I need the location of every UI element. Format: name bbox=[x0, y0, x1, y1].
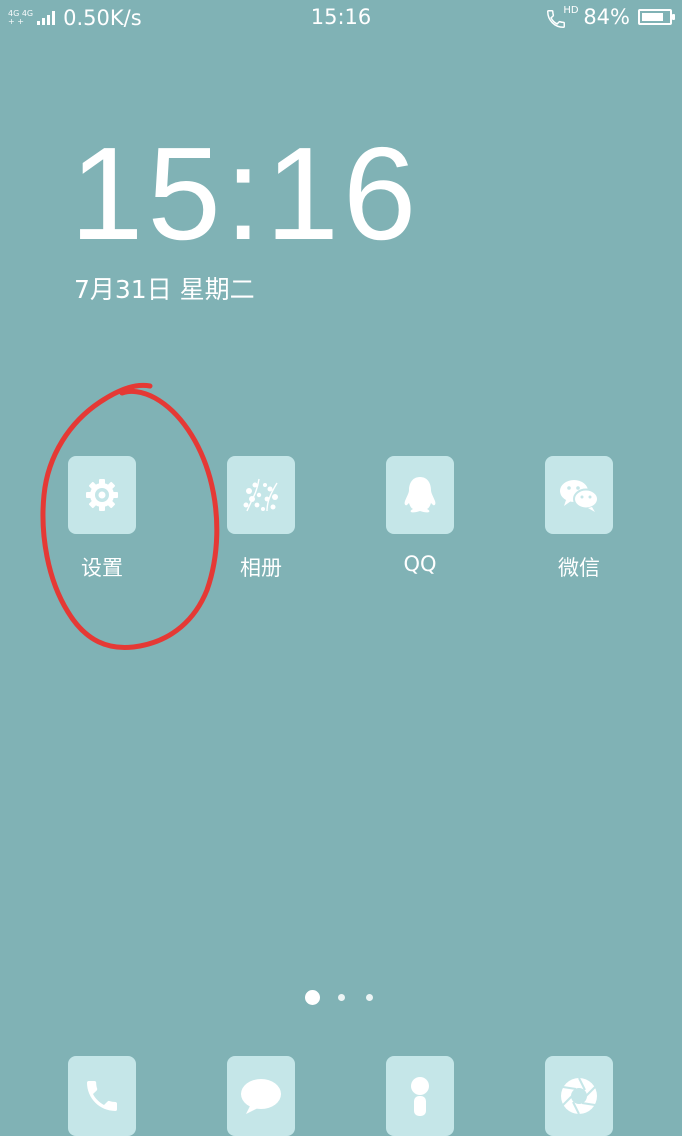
app-label-qq: QQ bbox=[403, 552, 437, 576]
battery-percent: 84% bbox=[583, 5, 630, 29]
contacts-icon[interactable] bbox=[386, 1056, 454, 1136]
status-bar: 4G 4G + + 0.50K/s 15:16 HD 84% bbox=[0, 0, 682, 36]
app-wechat[interactable]: 微信 bbox=[529, 456, 629, 582]
app-label-photos: 相册 bbox=[240, 556, 282, 580]
page-dot-active[interactable] bbox=[305, 990, 320, 1005]
camera-shutter-icon[interactable] bbox=[545, 1056, 613, 1136]
qq-penguin-icon[interactable] bbox=[386, 456, 454, 534]
photo-album-icon[interactable] bbox=[227, 456, 295, 534]
page-dot[interactable] bbox=[338, 994, 345, 1001]
clock-widget-date: 7月31日 星期二 bbox=[74, 275, 255, 304]
page-dot[interactable] bbox=[366, 994, 373, 1001]
wechat-icon[interactable] bbox=[545, 456, 613, 534]
battery-fill bbox=[642, 13, 664, 21]
gear-icon[interactable] bbox=[68, 456, 136, 534]
app-label-wechat: 微信 bbox=[558, 556, 600, 580]
message-bubble-icon[interactable] bbox=[227, 1056, 295, 1136]
app-grid-row: 设置 相册 QQ 微信 bbox=[0, 456, 682, 586]
clock-widget-time[interactable]: 15:16 bbox=[70, 128, 420, 260]
dock bbox=[0, 1056, 682, 1136]
battery-icon bbox=[638, 9, 675, 25]
phone-icon[interactable] bbox=[68, 1056, 136, 1136]
app-photos[interactable]: 相册 bbox=[211, 456, 311, 582]
app-qq[interactable]: QQ bbox=[370, 456, 470, 576]
hd-call-icon: HD bbox=[545, 5, 579, 28]
hd-label: HD bbox=[563, 5, 579, 16]
app-label-settings: 设置 bbox=[81, 556, 123, 580]
page-indicator[interactable] bbox=[0, 990, 682, 1006]
app-settings[interactable]: 设置 bbox=[52, 456, 152, 582]
status-right: HD 84% bbox=[545, 5, 675, 29]
